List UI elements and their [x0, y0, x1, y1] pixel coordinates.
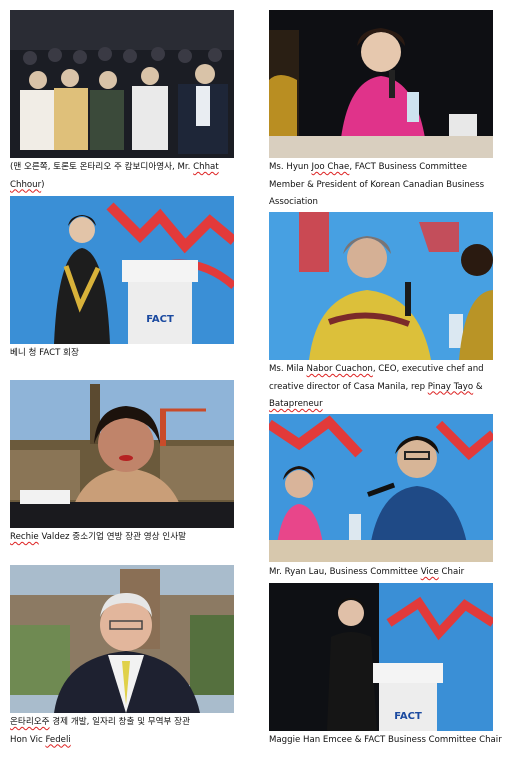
caption-name: Joo Chae [311, 162, 350, 172]
caption-text: Ms. Hyun [269, 162, 312, 172]
fact-logo: FACT [146, 314, 174, 325]
photo-ryan-lau [269, 414, 493, 562]
caption-vic-fedeli: 온타리오주 경제 개발, 일자리 창출 및 무역부 장관 Hon Vic Fed… [10, 714, 250, 749]
fact-logo: FACT [394, 711, 422, 722]
photo-maggie-han: FACT [269, 583, 493, 731]
photo-vic-fedeli-video [10, 565, 234, 713]
caption-text: Hon Vic [10, 734, 46, 745]
caption-name: Rechie [10, 532, 39, 542]
caption-text: Chair [438, 567, 465, 577]
photo-fact-chair-podium: FACT [10, 196, 234, 344]
caption-text: (맨 오른쪽, 토론토 온타리오 주 캄보디아영사, Mr. [10, 162, 194, 172]
caption-text: 경제 개발, 일자리 창출 및 무역부 장관 [49, 717, 190, 727]
photo-mila-cuachon [269, 212, 493, 360]
caption-mila-cuachon: Ms. Mila Nabor Cuachon, CEO, executive c… [269, 361, 503, 414]
caption-name: Vice [420, 567, 439, 577]
caption-hyun-joo-chae: Ms. Hyun Joo Chae, FACT Business Committ… [269, 159, 503, 212]
caption-text: Ms. Mila [269, 364, 307, 374]
caption-fact-chair: 베니 청 FACT 회장 [10, 345, 238, 363]
caption-text: Valdez 중소기업 연방 장관 영상 인사말 [38, 532, 187, 542]
caption-text: & [473, 381, 483, 392]
caption-text: Mr. Ryan Lau, Business Committee [269, 567, 421, 577]
caption-text: Maggie Han Emcee & FACT Business Committ… [269, 735, 502, 745]
caption-name: Nabor Cuachon [306, 364, 373, 374]
caption-name: Batapreneur [269, 399, 323, 409]
photo-rechie-valdez-video [10, 380, 234, 528]
caption-audience: (맨 오른쪽, 토론토 온타리오 주 캄보디아영사, Mr. Chhat Chh… [10, 159, 238, 194]
caption-name: Fedeli [45, 734, 71, 745]
caption-rechie-valdez: Rechie Valdez 중소기업 연방 장관 영상 인사말 [10, 529, 238, 547]
caption-ryan-lau: Mr. Ryan Lau, Business Committee Vice Ch… [269, 564, 503, 582]
photo-audience [10, 10, 234, 158]
photo-hyun-joo-chae [269, 10, 493, 158]
caption-name: 온타리오주 [10, 717, 50, 727]
caption-name: Pinay Tayo [427, 381, 474, 392]
caption-text: 베니 청 FACT 회장 [10, 348, 79, 358]
caption-maggie-han: Maggie Han Emcee & FACT Business Committ… [269, 734, 503, 747]
caption-text: ) [41, 179, 45, 190]
